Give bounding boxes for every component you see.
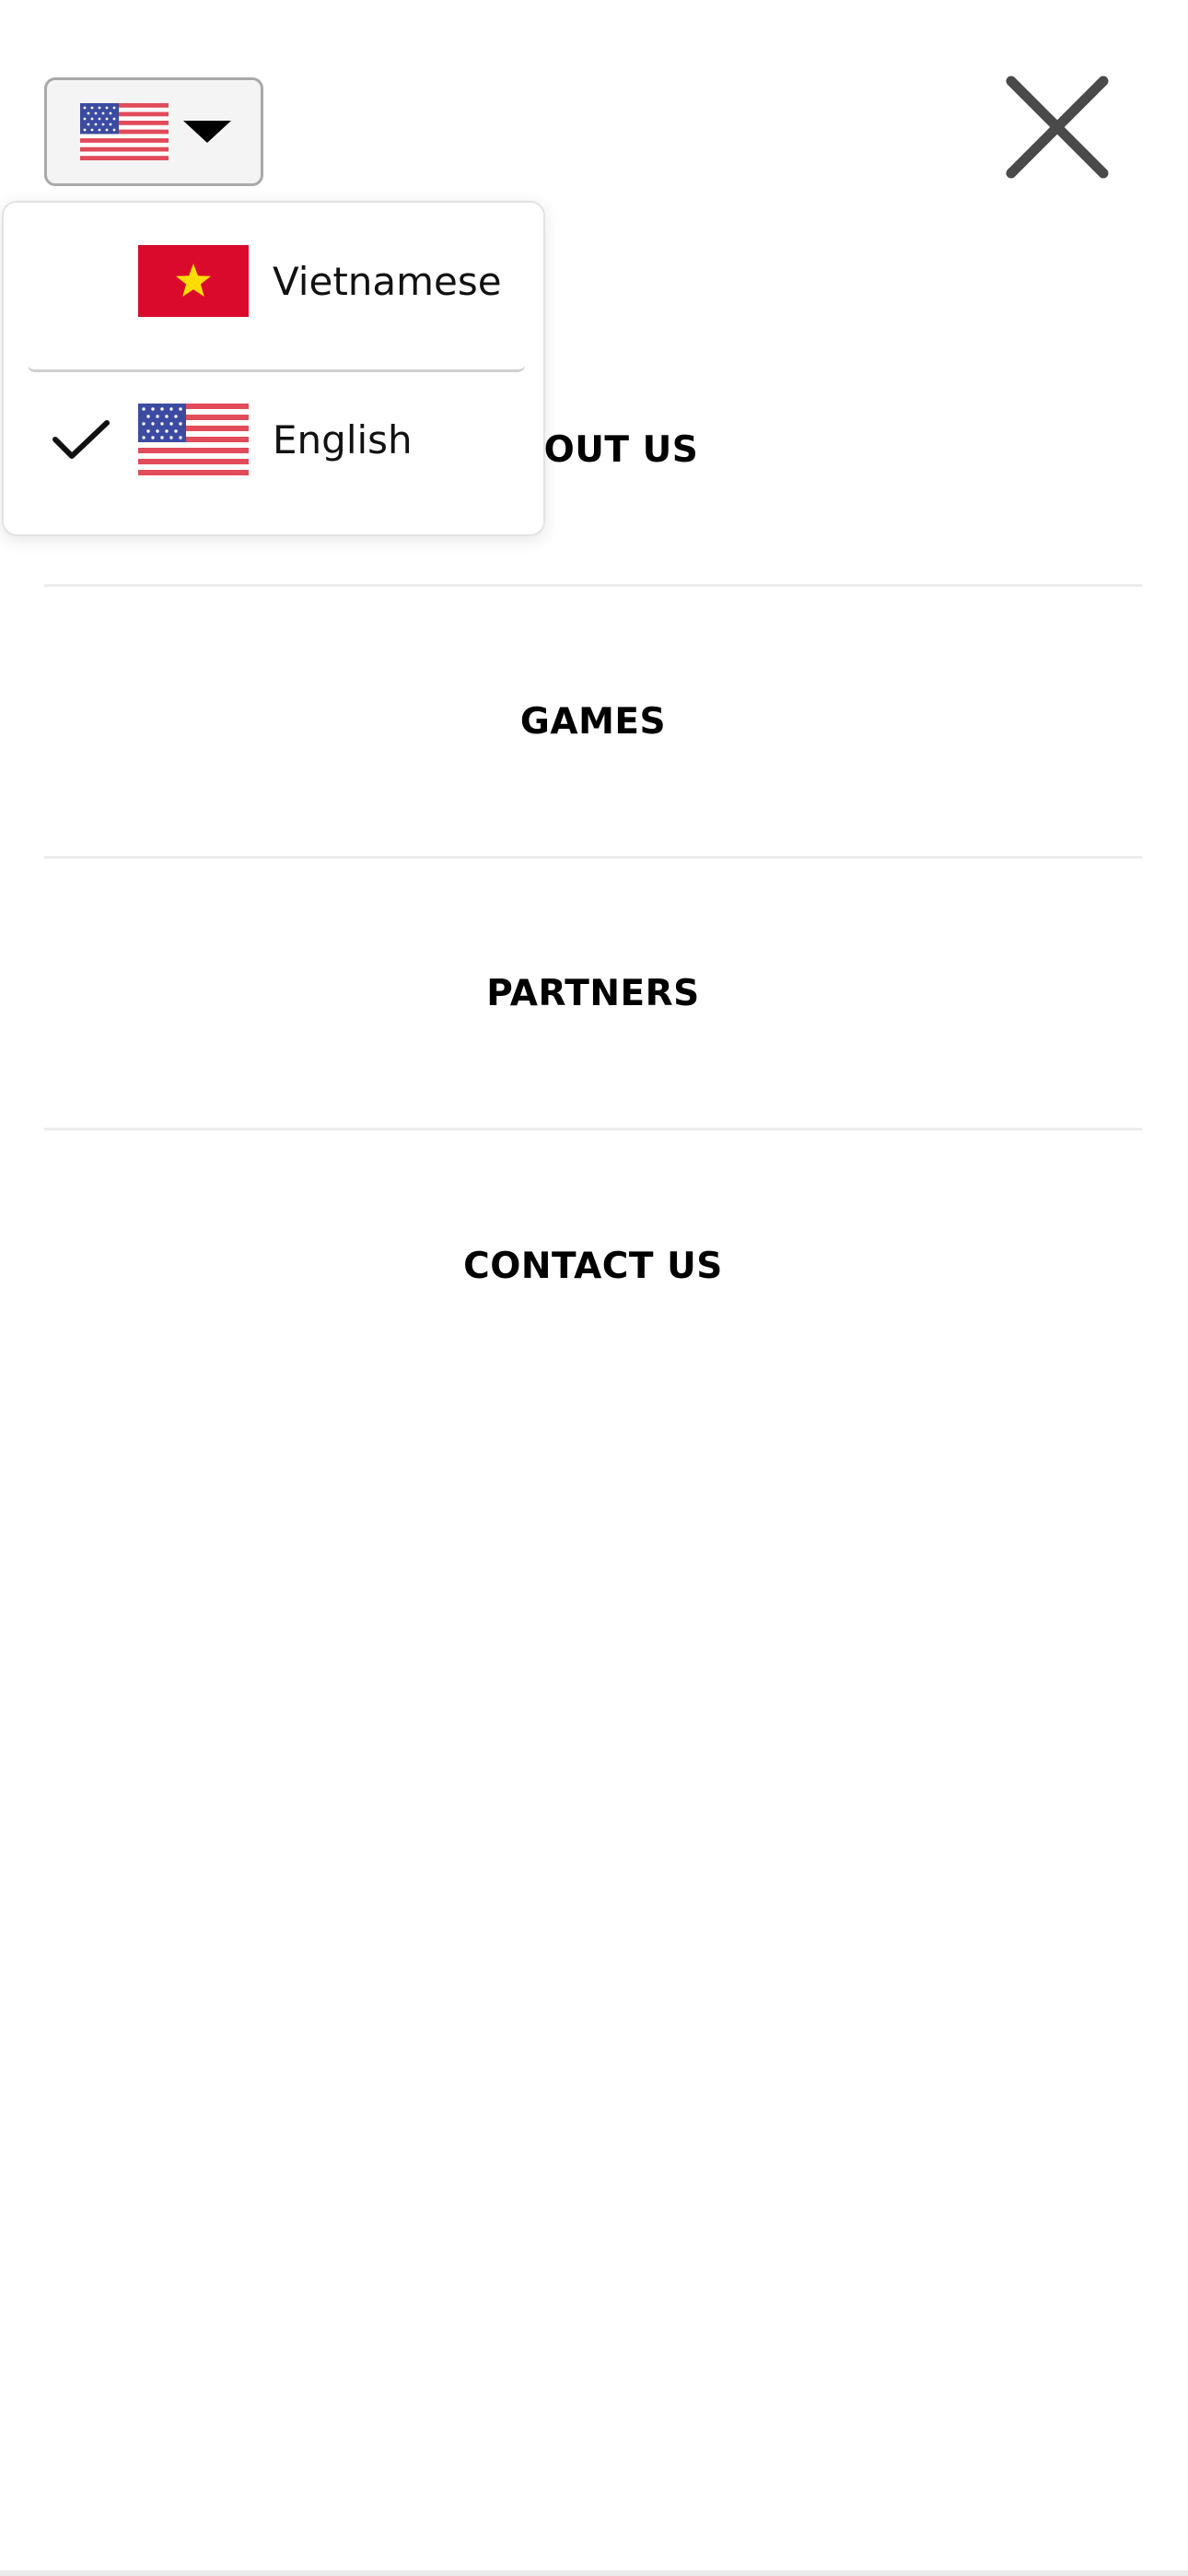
menu-item-label: CONTACT US [463, 1246, 723, 1287]
language-option-label: English [273, 416, 413, 463]
language-selector-button[interactable] [44, 77, 263, 186]
menu-item-partners[interactable]: PARTNERS [44, 859, 1142, 1130]
language-option-label: Vietnamese [273, 258, 502, 304]
bottom-divider [0, 2570, 1188, 2576]
vietnam-flag-icon [138, 245, 249, 317]
menu-item-contact-us[interactable]: CONTACT US [44, 1130, 1142, 1402]
close-icon [1006, 76, 1109, 179]
checkmark-icon [52, 420, 110, 459]
caret-down-icon [183, 121, 231, 143]
language-dropdown: Vietnamese English [2, 201, 545, 536]
language-option-vietnamese[interactable]: Vietnamese [4, 203, 543, 359]
language-option-english[interactable]: English [4, 361, 543, 518]
us-flag-icon [80, 103, 169, 160]
us-flag-icon [138, 404, 249, 475]
close-button[interactable] [1004, 74, 1111, 181]
menu-item-label: GAMES [519, 700, 667, 743]
menu-item-label: PARTNERS [486, 972, 700, 1014]
menu-item-games[interactable]: GAMES [44, 587, 1142, 859]
